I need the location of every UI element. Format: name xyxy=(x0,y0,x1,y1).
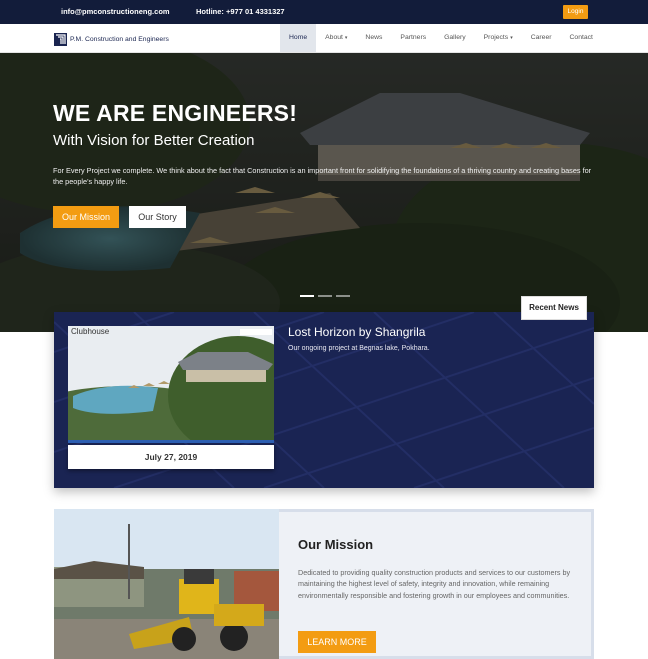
news-image[interactable]: Clubhouse xyxy=(68,326,274,443)
hero-paragraph: For Every Project we complete. We think … xyxy=(53,166,592,186)
nav-about-label: About xyxy=(325,34,343,41)
nav-gallery-label: Gallery xyxy=(444,34,466,41)
nav-news-label: News xyxy=(365,34,383,41)
nav-projects[interactable]: Projects ▾ xyxy=(475,24,522,52)
clubhouse-image: Clubhouse xyxy=(68,326,274,440)
learn-more-button[interactable]: LEARN MORE xyxy=(298,631,376,653)
nav-home[interactable]: Home xyxy=(280,24,317,52)
carousel-indicator-1[interactable] xyxy=(300,295,314,297)
hero-background-image xyxy=(0,53,648,332)
news-date: July 27, 2019 xyxy=(68,445,274,469)
brand-name: P.M. Construction and Engineers xyxy=(70,35,169,43)
mission-image xyxy=(54,509,279,659)
news-image-caption: Clubhouse xyxy=(71,327,110,336)
top-bar: info@pmconstructioneng.com Hotline: +977… xyxy=(0,0,648,24)
main-navbar: P.M. Construction and Engineers Home Abo… xyxy=(0,24,648,53)
caret-down-icon: ▾ xyxy=(344,35,348,41)
our-story-button[interactable]: Our Story xyxy=(129,206,186,228)
brand-logo-icon xyxy=(54,32,67,46)
nav-career-label: Career xyxy=(530,34,552,41)
contact-email[interactable]: info@pmconstructioneng.com xyxy=(61,7,170,16)
contact-hotline: Hotline: +977 01 4331327 xyxy=(196,7,285,16)
recent-news-tab[interactable]: Recent News xyxy=(521,296,587,320)
nav-projects-label: Projects xyxy=(483,34,509,41)
nav-partners-label: Partners xyxy=(400,34,427,41)
login-button[interactable]: Login xyxy=(563,5,588,19)
hero-carousel: WE ARE ENGINEERS! With Vision for Better… xyxy=(0,53,648,332)
nav-news[interactable]: News xyxy=(356,24,391,52)
mission-text: Dedicated to providing quality construct… xyxy=(298,568,571,600)
carousel-indicator-2[interactable] xyxy=(318,295,332,297)
mission-title: Our Mission xyxy=(298,537,374,552)
our-mission-button[interactable]: Our Mission xyxy=(53,206,119,228)
nav-partners[interactable]: Partners xyxy=(391,24,435,52)
nav-home-label: Home xyxy=(289,34,308,41)
caret-down-icon: ▾ xyxy=(510,35,513,41)
excavator-image xyxy=(54,509,279,659)
hero-subheading: With Vision for Better Creation xyxy=(53,132,255,149)
carousel-indicator-3[interactable] xyxy=(336,295,350,297)
nav-contact-label: Contact xyxy=(569,34,593,41)
hero-heading: WE ARE ENGINEERS! xyxy=(53,100,298,126)
nav-contact[interactable]: Contact xyxy=(561,24,602,52)
nav-links: Home About ▾ News Partners Gallery Projec… xyxy=(280,24,602,52)
news-title[interactable]: Lost Horizon by Shangrila xyxy=(288,325,425,339)
nav-about[interactable]: About ▾ xyxy=(316,24,356,52)
nav-gallery[interactable]: Gallery xyxy=(435,24,475,52)
nav-career[interactable]: Career xyxy=(522,24,561,52)
carousel-indicators xyxy=(300,295,350,297)
news-description: Our ongoing project at Begnas lake, Pokh… xyxy=(288,345,430,352)
brand-link[interactable]: P.M. Construction and Engineers xyxy=(54,32,169,46)
